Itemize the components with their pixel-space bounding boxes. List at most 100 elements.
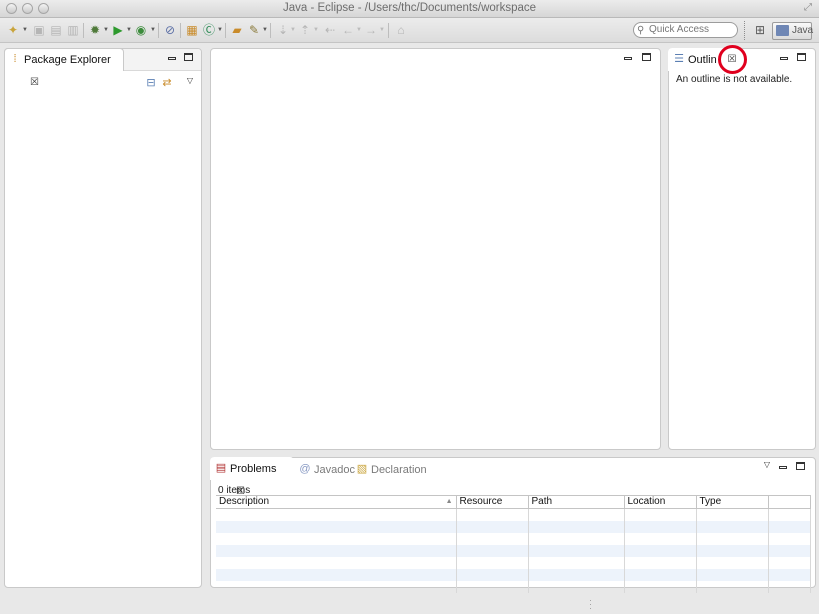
- maximize-view-button[interactable]: [796, 53, 806, 63]
- editor-area[interactable]: [210, 48, 661, 450]
- new-class-icon[interactable]: Ⓒ: [201, 22, 217, 38]
- maximize-view-button[interactable]: [795, 462, 805, 472]
- open-type-icon[interactable]: ▰: [229, 22, 245, 38]
- window-title: Java - Eclipse - /Users/thc/Documents/wo…: [282, 2, 537, 14]
- external-tools-dropdown-arrow[interactable]: ▼: [150, 27, 156, 33]
- column-description-label: Description: [219, 496, 270, 507]
- prev-annotation-icon[interactable]: ⇡: [297, 22, 313, 38]
- java-perspective-label: Java: [792, 25, 814, 36]
- problems-table: Description ▲ Resource Path Location Typ…: [216, 495, 811, 593]
- outline-icon: ☰: [674, 53, 684, 65]
- quick-access-placeholder: Quick Access: [649, 24, 710, 35]
- table-row: [216, 532, 811, 545]
- forward-dropdown[interactable]: ▼: [379, 27, 385, 33]
- tab-package-explorer[interactable]: ⁞ Package Explorer ☒: [4, 48, 124, 88]
- view-menu-icon[interactable]: ▽: [185, 76, 195, 86]
- next-annotation-dropdown[interactable]: ▼: [290, 27, 296, 33]
- java-perspective-icon: [776, 25, 789, 36]
- toolbar-separator: [388, 23, 389, 38]
- run-icon[interactable]: ▶: [110, 22, 126, 38]
- minimize-view-button[interactable]: [779, 53, 789, 63]
- maximize-view-button[interactable]: [183, 53, 193, 63]
- tab-outline-label: Outlin: [688, 54, 717, 66]
- collapse-all-icon[interactable]: ⊟: [146, 78, 156, 89]
- table-row: [216, 556, 811, 569]
- javadoc-icon: @: [299, 463, 311, 475]
- column-location[interactable]: Location: [624, 495, 697, 509]
- table-row: [216, 544, 811, 557]
- perspective-separator: [744, 21, 746, 40]
- title-bar: Java - Eclipse - /Users/thc/Documents/wo…: [0, 0, 819, 18]
- new-class-dropdown-arrow[interactable]: ▼: [217, 27, 223, 33]
- column-resource-label: Resource: [459, 496, 503, 507]
- search-icon[interactable]: ✎: [246, 22, 262, 38]
- last-edit-icon[interactable]: ⇠: [322, 22, 338, 38]
- toolbar-separator: [270, 23, 271, 38]
- new-icon[interactable]: ✦: [5, 22, 21, 38]
- column-location-label: Location: [627, 496, 666, 507]
- table-row: [216, 508, 811, 521]
- minimize-view-button[interactable]: [778, 462, 788, 472]
- column-path-label: Path: [531, 496, 553, 507]
- tab-problems-label: Problems: [230, 463, 277, 475]
- back-icon[interactable]: ←: [340, 22, 356, 38]
- column-type[interactable]: Type: [696, 495, 769, 509]
- toolbar-separator: [180, 23, 181, 38]
- problems-panel: ▤ Problems ☒ @ Javadoc ▧ Declaration ▽ 0…: [210, 457, 816, 593]
- debug-dropdown-arrow[interactable]: ▼: [103, 27, 109, 33]
- table-header-row: Description ▲ Resource Path Location Typ…: [216, 495, 811, 509]
- tab-package-explorer-label: Package Explorer: [24, 54, 111, 66]
- java-perspective-button[interactable]: Java: [772, 22, 814, 40]
- outline-panel: ☰ Outlin ☒ An outline is not available.: [668, 48, 816, 450]
- tab-javadoc-label: Javadoc: [314, 464, 355, 476]
- highlight-circle: [718, 45, 747, 74]
- maximize-editor-button[interactable]: [641, 53, 651, 63]
- sort-ascending-icon: ▲: [445, 498, 453, 505]
- column-description[interactable]: Description ▲: [216, 495, 457, 509]
- fullscreen-icon[interactable]: ⤢: [804, 3, 814, 13]
- prev-annotation-dropdown[interactable]: ▼: [313, 27, 319, 33]
- save-icon[interactable]: ▣: [31, 22, 47, 38]
- view-menu-icon[interactable]: ▽: [762, 460, 772, 470]
- skip-breakpoints-icon[interactable]: ⊘: [162, 22, 178, 38]
- link-with-editor-icon[interactable]: ⇄: [162, 78, 172, 89]
- open-perspective-icon[interactable]: ⊞: [752, 23, 768, 38]
- toolbar-separator: [225, 23, 226, 38]
- tab-problems[interactable]: ▤ Problems ☒: [210, 457, 294, 497]
- column-filler: [768, 495, 811, 509]
- table-row: [216, 568, 811, 581]
- minimize-editor-button[interactable]: [623, 53, 633, 63]
- back-dropdown[interactable]: ▼: [356, 27, 362, 33]
- tab-javadoc[interactable]: @ Javadoc: [299, 462, 355, 478]
- column-type-label: Type: [699, 496, 722, 507]
- outline-message: An outline is not available.: [676, 74, 793, 85]
- quick-access-field[interactable]: ⚲ Quick Access: [633, 22, 738, 38]
- declaration-icon: ▧: [356, 463, 368, 475]
- next-annotation-icon[interactable]: ⇣: [275, 22, 291, 38]
- tab-declaration[interactable]: ▧ Declaration: [356, 462, 427, 478]
- search-icon: ⚲: [637, 25, 645, 36]
- problems-icon: ▤: [215, 462, 227, 474]
- table-row: [216, 520, 811, 533]
- column-path[interactable]: Path: [528, 495, 625, 509]
- forward-icon[interactable]: →: [363, 22, 379, 38]
- minimize-view-button[interactable]: [167, 53, 177, 63]
- new-dropdown-arrow[interactable]: ▼: [22, 27, 28, 33]
- toolbar-separator: [158, 23, 159, 38]
- run-dropdown-arrow[interactable]: ▼: [126, 27, 132, 33]
- package-explorer-panel: ⁞ Package Explorer ☒ ⊟ ⇄ ▽: [4, 48, 202, 588]
- save-all-icon[interactable]: ▤: [48, 22, 64, 38]
- close-icon[interactable]: ☒: [30, 72, 39, 94]
- pin-editor-icon[interactable]: ⌂: [393, 22, 409, 38]
- search-dropdown-arrow[interactable]: ▼: [262, 27, 268, 33]
- toolbar-separator: [83, 23, 84, 38]
- print-icon[interactable]: ▥: [65, 22, 81, 38]
- tab-declaration-label: Declaration: [371, 464, 427, 476]
- debug-icon[interactable]: ✹: [87, 22, 103, 38]
- external-tools-icon[interactable]: ◉: [133, 22, 149, 38]
- new-java-project-icon[interactable]: ▦: [184, 22, 200, 38]
- package-explorer-icon: ⁞: [13, 53, 17, 65]
- statusbar-resize-grip[interactable]: · · ·: [589, 596, 595, 613]
- column-resource[interactable]: Resource: [456, 495, 529, 509]
- table-row: [216, 580, 811, 593]
